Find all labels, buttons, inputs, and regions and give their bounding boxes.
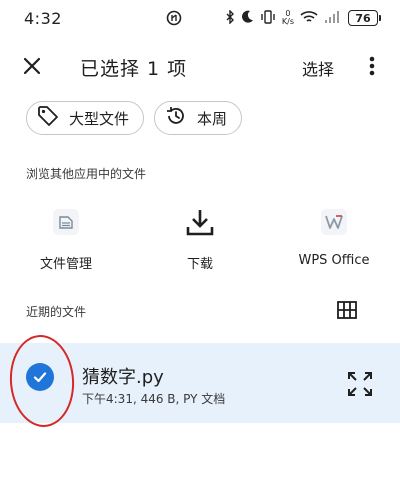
chip-label: 大型文件: [69, 109, 130, 128]
app-label: WPS Office: [298, 253, 370, 268]
expand-icon: [348, 372, 372, 396]
file-name: 猜数字.py: [82, 367, 164, 388]
app-bar: 已选择 1 项 选择: [0, 44, 400, 88]
more-options-button[interactable]: [360, 52, 384, 80]
chip-large-files[interactable]: 大型文件: [26, 101, 145, 135]
chip-this-week[interactable]: 本周: [154, 101, 243, 135]
bluetooth-icon: [225, 8, 235, 28]
net-speed: 0 K/s: [281, 9, 294, 26]
file-row[interactable]: 猜数字.py 下午4:31, 446 B, PY 文档: [0, 332, 400, 430]
wifi-icon: [300, 9, 318, 28]
tag-icon: [37, 105, 59, 131]
file-manager-icon: [49, 205, 83, 239]
app-wps-office[interactable]: WPS Office: [274, 205, 394, 268]
app-label: 下载: [186, 257, 213, 272]
app-file-manager[interactable]: 文件管理: [6, 205, 126, 272]
vibrate-icon: [260, 9, 276, 28]
close-icon: [23, 57, 41, 75]
status-time: 4:32: [24, 9, 62, 28]
browse-section-label: 浏览其他应用中的文件: [26, 167, 147, 181]
browse-apps: 文件管理 下载 WPS Office: [0, 205, 400, 275]
grid-view-button[interactable]: [336, 299, 358, 321]
app-label: 文件管理: [39, 257, 92, 272]
wps-office-icon: [317, 205, 351, 239]
notification-icon: [166, 10, 182, 26]
recent-section-label: 近期的文件: [26, 305, 87, 319]
status-bar: 4:32 0 K/s 76: [0, 0, 400, 36]
select-button[interactable]: 选择: [302, 56, 334, 80]
status-icons: 0 K/s 76: [225, 8, 381, 28]
file-meta: 下午4:31, 446 B, PY 文档: [82, 392, 226, 406]
more-vert-icon: [369, 56, 375, 76]
page-title: 已选择 1 项: [80, 58, 188, 80]
filter-chips: 大型文件 本周: [26, 101, 243, 135]
history-icon: [165, 105, 187, 131]
preview-button[interactable]: [346, 370, 374, 398]
selection-checkbox[interactable]: [6, 332, 78, 430]
download-icon: [183, 205, 217, 239]
moon-icon: [241, 9, 254, 28]
battery-indicator: 76: [348, 10, 381, 26]
close-button[interactable]: [18, 52, 46, 80]
app-download[interactable]: 下载: [140, 205, 260, 272]
signal-icon: [324, 9, 342, 28]
chip-label: 本周: [197, 109, 228, 128]
grid-icon: [337, 301, 357, 319]
annotation-circle: [6, 332, 78, 430]
